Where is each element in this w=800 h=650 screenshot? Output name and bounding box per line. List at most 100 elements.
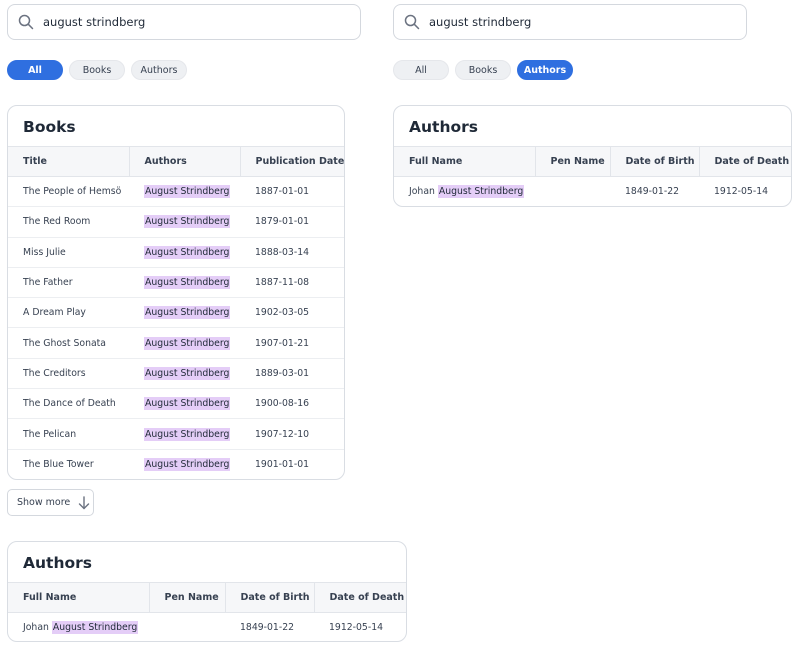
- book-title-cell: The Blue Tower: [23, 459, 94, 471]
- table-row[interactable]: The People of Hemsö August Strindberg 1887…: [8, 176, 344, 208]
- right-authors-table-header: Full Name Pen Name Date of Birth Date of…: [394, 146, 791, 177]
- right-search-input[interactable]: [429, 15, 709, 29]
- right-authors-table: Full Name Pen Name Date of Birth Date of…: [394, 146, 791, 207]
- book-author-cell: August Strindberg: [129, 297, 240, 329]
- left-tab-all[interactable]: All: [7, 60, 63, 80]
- book-title-cell: The Red Room: [8, 206, 129, 238]
- column-header-authors[interactable]: Authors: [128, 146, 240, 177]
- search-highlight: August Strindberg: [144, 397, 231, 411]
- search-icon: [404, 14, 420, 30]
- book-author-cell: August Strindberg: [129, 237, 240, 268]
- book-date-cell: 1900-08-16: [240, 388, 344, 420]
- search-highlight: August Strindberg: [144, 306, 231, 320]
- book-author-cell: August Strindberg: [129, 418, 240, 450]
- search-highlight: August Strindberg: [144, 366, 231, 380]
- table-row[interactable]: The Dance of Death August Strindberg 1900-…: [8, 388, 344, 420]
- search-highlight: August Strindberg: [144, 276, 231, 290]
- left-filter-tabs: All Books Authors: [7, 60, 187, 80]
- show-more-label: Show more: [17, 497, 71, 508]
- table-row[interactable]: The Father August Strindberg 1887-11-08: [8, 267, 344, 299]
- table-row[interactable]: Johan August Strindberg 1849-01-22 1912-…: [394, 177, 791, 207]
- table-row[interactable]: Johan August Strindberg 1849-01-22 1912-…: [8, 613, 406, 642]
- right-authors-card-title: Authors: [409, 118, 478, 136]
- left-search-box[interactable]: [7, 4, 361, 40]
- search-highlight: August Strindberg: [144, 427, 231, 441]
- table-row[interactable]: Miss Julie August Strindberg 1888-03-14: [8, 237, 344, 268]
- table-row[interactable]: The Creditors August Strindberg 1889-03-01: [8, 358, 344, 390]
- books-table-header: Title Authors Publication Date: [8, 146, 344, 177]
- author-pen-name-cell: [149, 613, 225, 642]
- author-full-name-cell: Johan August Strindberg: [23, 621, 139, 635]
- column-header-date-of-death[interactable]: Date of Death: [313, 582, 406, 613]
- books-card-title: Books: [23, 118, 76, 136]
- search-highlight: August Strindberg: [51, 621, 139, 635]
- column-header-publication-date[interactable]: Publication Date: [239, 146, 344, 177]
- book-title-cell: The Ghost Sonata: [8, 327, 129, 359]
- book-date-cell: 1902-03-05: [240, 297, 344, 329]
- arrow-down-icon: [79, 495, 90, 509]
- author-birth-cell: 1849-01-22: [625, 186, 680, 198]
- table-row[interactable]: A Dream Play August Strindberg 1902-03-05: [8, 297, 344, 329]
- right-tab-authors[interactable]: Authors: [517, 60, 573, 80]
- show-more-button[interactable]: Show more: [7, 489, 94, 516]
- book-author-cell: August Strindberg: [129, 267, 240, 299]
- left-tab-authors[interactable]: Authors: [131, 60, 187, 80]
- column-header-pen-name[interactable]: Pen Name: [148, 582, 225, 613]
- author-death-cell: 1912-05-14: [329, 622, 384, 634]
- book-title-cell: The People of Hemsö: [8, 176, 129, 208]
- table-row[interactable]: The Red Room August Strindberg 1879-01-01: [8, 206, 344, 238]
- table-row[interactable]: The Pelican August Strindberg 1907-12-10: [8, 418, 344, 450]
- column-header-title[interactable]: Title: [8, 146, 129, 177]
- search-highlight: August Strindberg: [144, 215, 231, 229]
- search-icon: [18, 14, 34, 30]
- right-search-box[interactable]: [393, 4, 747, 40]
- table-row[interactable]: The Blue Tower August Strindberg 1901-01-0…: [8, 449, 344, 479]
- author-death-cell: 1912-05-14: [714, 186, 769, 198]
- search-highlight: August Strindberg: [144, 336, 231, 350]
- right-authors-card: Authors Full Name Pen Name Date of Birth…: [393, 105, 792, 207]
- author-birth-cell: 1849-01-22: [240, 622, 295, 634]
- book-author-cell: August Strindberg: [129, 327, 240, 359]
- column-header-pen-name[interactable]: Pen Name: [534, 146, 610, 177]
- author-pen-name-cell: [535, 177, 610, 207]
- book-date-cell: 1887-01-01: [240, 176, 344, 208]
- right-tab-books[interactable]: Books: [455, 60, 511, 80]
- book-date-cell: 1888-03-14: [240, 237, 344, 268]
- book-author-cell: August Strindberg: [129, 358, 240, 390]
- column-header-date-of-death[interactable]: Date of Death: [698, 146, 791, 177]
- column-header-full-name[interactable]: Full Name: [394, 146, 535, 177]
- left-authors-card-title: Authors: [23, 554, 92, 572]
- book-title-cell: The Creditors: [8, 358, 129, 390]
- left-authors-table-header: Full Name Pen Name Date of Birth Date of…: [8, 582, 406, 613]
- books-table: Title Authors Publication Date The Peopl…: [8, 146, 344, 479]
- column-header-date-of-birth[interactable]: Date of Birth: [224, 582, 314, 613]
- book-title-cell: The Father: [8, 267, 129, 299]
- book-title-cell: The Dance of Death: [8, 388, 129, 420]
- book-author-cell: August Strindberg: [129, 176, 240, 208]
- table-row[interactable]: The Ghost Sonata August Strindberg 1907-01…: [8, 327, 344, 359]
- search-highlight: August Strindberg: [144, 458, 231, 472]
- book-date-cell: 1907-01-21: [240, 327, 344, 359]
- book-date-cell: 1887-11-08: [240, 267, 344, 299]
- book-title-cell: A Dream Play: [8, 297, 129, 329]
- right-filter-tabs: All Books Authors: [393, 60, 573, 80]
- search-highlight: August Strindberg: [144, 185, 231, 199]
- book-title-cell: Miss Julie: [8, 237, 129, 268]
- left-books-card: Books Title Authors Publication Date The…: [7, 105, 345, 480]
- search-highlight: August Strindberg: [144, 245, 231, 259]
- column-header-full-name[interactable]: Full Name: [8, 582, 149, 613]
- left-tab-books[interactable]: Books: [69, 60, 125, 80]
- book-title-cell: The Pelican: [8, 418, 129, 450]
- left-authors-table: Full Name Pen Name Date of Birth Date of…: [8, 582, 406, 642]
- column-header-date-of-birth[interactable]: Date of Birth: [609, 146, 699, 177]
- right-tab-all[interactable]: All: [393, 60, 449, 80]
- book-author-cell: August Strindberg: [129, 206, 240, 238]
- book-author-cell: August Strindberg: [129, 388, 240, 420]
- book-date-cell: 1907-12-10: [240, 418, 344, 450]
- search-highlight: August Strindberg: [437, 185, 525, 199]
- left-search-input[interactable]: [43, 15, 323, 29]
- book-author-cell: August Strindberg: [129, 449, 240, 479]
- book-date-cell: 1901-01-01: [255, 459, 310, 471]
- left-authors-card: Authors Full Name Pen Name Date of Birth…: [7, 541, 407, 642]
- book-date-cell: 1879-01-01: [240, 206, 344, 238]
